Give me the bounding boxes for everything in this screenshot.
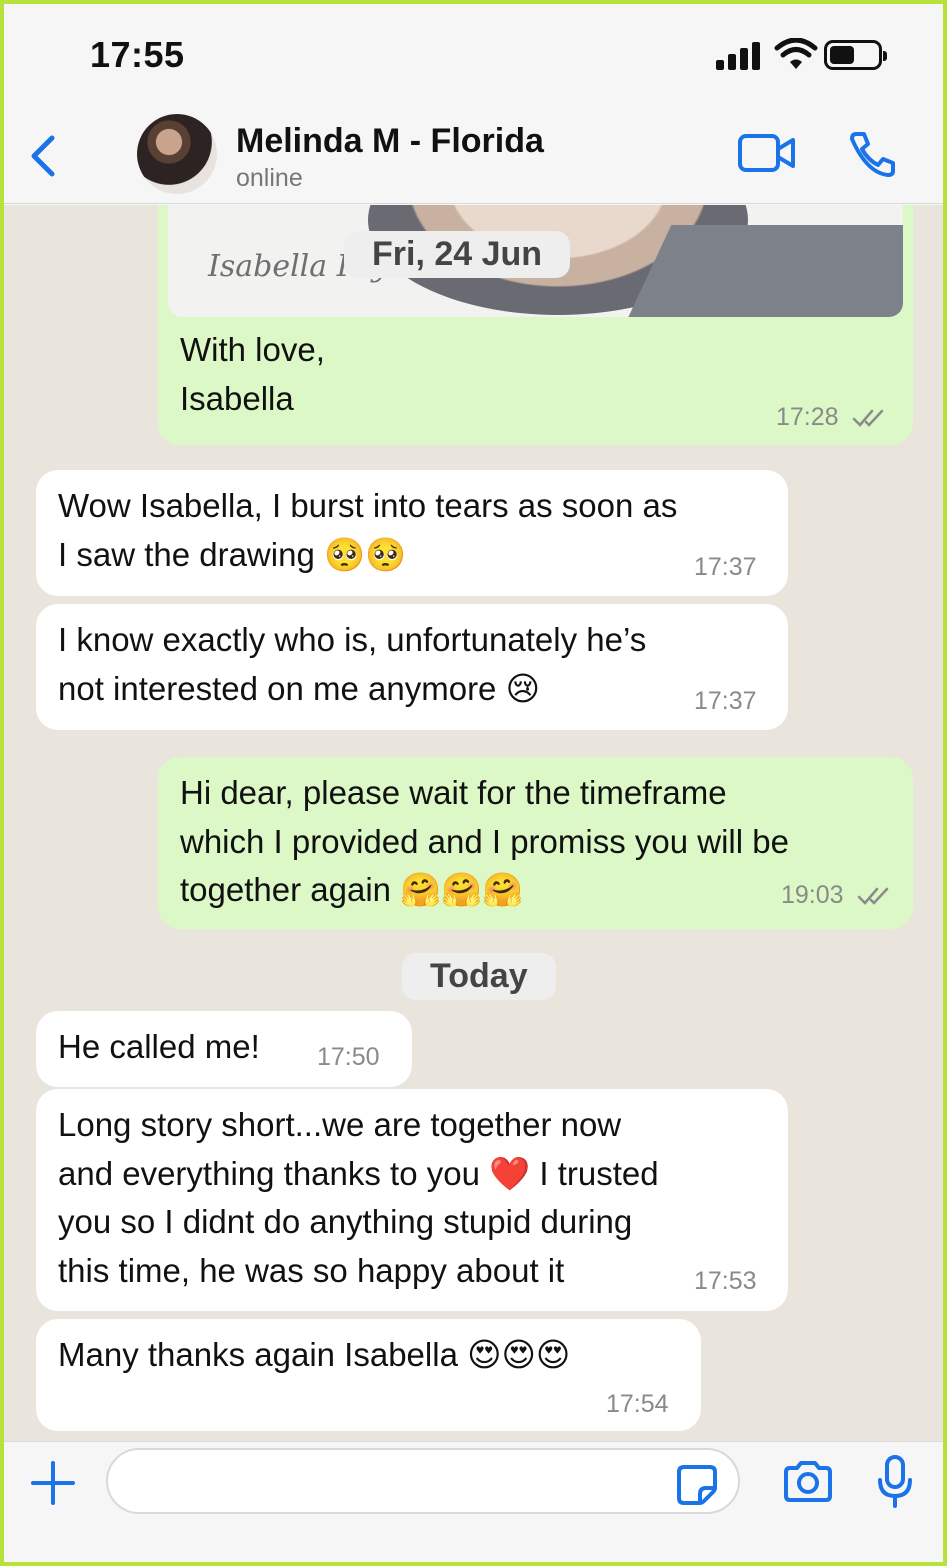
timestamp: 17:53 [694,1267,757,1295]
message-line: I know exactly who is, unfortunately he’… [58,621,647,658]
chevron-left-icon[interactable] [26,132,60,180]
double-check-icon [857,888,888,906]
chat-header: Melinda M - Florida online [4,104,943,204]
message-line: this time, he was so happy about it [58,1251,565,1289]
contact-name[interactable]: Melinda M - Florida [236,122,544,161]
avatar[interactable] [137,114,217,194]
phone-screen: 17:55 Melinda M - Florida online Isabell… [4,4,943,1562]
message-line: which I provided and I promiss you will … [180,822,789,860]
timestamp: 17:37 [694,687,757,715]
attachment-caption-line1: With love, [180,331,325,368]
contact-status: online [236,164,303,192]
message-bubble[interactable]: Long story short...we are together now a… [36,1089,788,1311]
video-call-icon[interactable] [737,132,797,174]
composer-bar [4,1441,943,1562]
message-bubble[interactable]: I know exactly who is, unfortunately he’… [36,604,788,730]
message-line: you so I didnt do anything stupid during [58,1203,633,1240]
wifi-icon [774,38,818,69]
chat-area: Isabella Psy. Fri, 24 Jun With love, Isa… [4,205,943,1441]
message-input[interactable] [106,1448,740,1514]
timestamp: 19:03 [781,881,844,909]
message-line: Many thanks again Isabella 😍😍😍 [58,1336,571,1373]
message-bubble[interactable]: Wow Isabella, I burst into tears as soon… [36,470,788,596]
message-line: Hi dear, please wait for the timeframe [180,774,727,811]
signal-icon [716,40,762,70]
drawing-shirt [624,225,903,317]
message-time: 19:03 [781,881,891,910]
date-separator: Fri, 24 Jun [344,231,571,278]
date-separator: Today [402,953,556,1000]
message-line: I saw the drawing 🥺🥺 [58,535,407,573]
phone-icon[interactable] [847,129,897,179]
double-check-icon [852,410,883,428]
mic-icon[interactable] [876,1454,914,1510]
sticker-icon[interactable] [676,1464,718,1506]
message-bubble[interactable]: Many thanks again Isabella 😍😍😍 [36,1319,701,1431]
timestamp: 17:54 [606,1390,669,1418]
attachment-caption-line2: Isabella [180,380,294,417]
message-time: 17:28 [776,403,886,432]
message-line: and everything thanks to you ❤️ I truste… [58,1154,659,1192]
battery-icon [824,40,887,70]
timestamp: 17:50 [317,1043,380,1071]
timestamp: 17:28 [776,403,839,431]
status-time: 17:55 [90,34,185,75]
status-bar: 17:55 [4,4,943,104]
message-line: not interested on me anymore 😢 [58,669,540,707]
camera-icon[interactable] [782,1460,834,1504]
timestamp: 17:37 [694,553,757,581]
message-line: Long story short...we are together now [58,1106,622,1143]
message-line: Wow Isabella, I burst into tears as soon… [58,487,678,524]
plus-icon[interactable] [30,1460,76,1506]
